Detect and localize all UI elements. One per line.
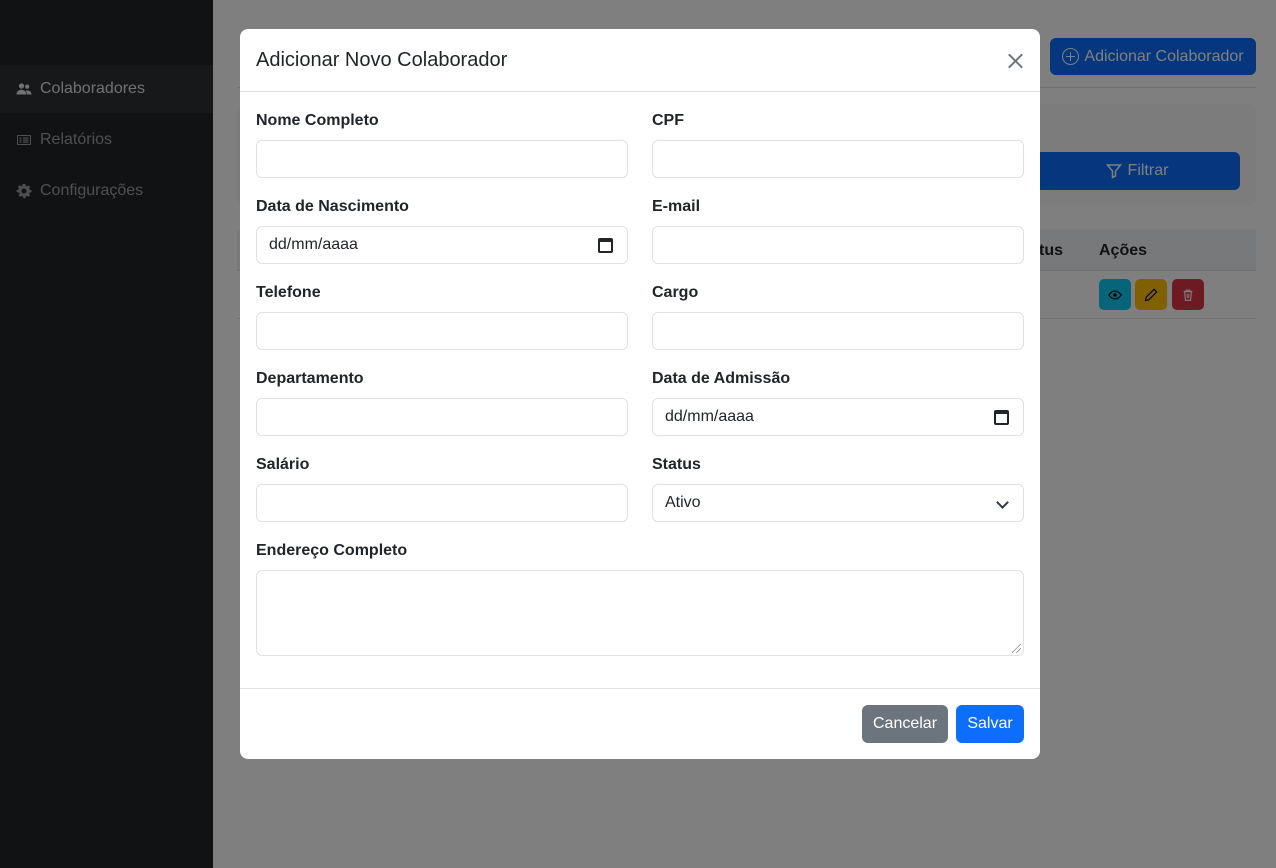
cpf-label: CPF	[652, 112, 684, 129]
add-colaborador-modal: Adicionar Novo Colaborador Nome Completo…	[240, 29, 1040, 759]
admissao-label: Data de Admissão	[652, 370, 791, 387]
cpf-input[interactable]	[652, 140, 1024, 178]
nascimento-label: Data de Nascimento	[256, 198, 409, 215]
status-label: Status	[652, 456, 701, 473]
endereco-label: Endereço Completo	[256, 542, 408, 559]
modal-header: Adicionar Novo Colaborador	[240, 29, 1040, 92]
telefone-label: Telefone	[256, 284, 321, 301]
modal-title: Adicionar Novo Colaborador	[256, 49, 508, 71]
cargo-label: Cargo	[652, 284, 699, 301]
save-button[interactable]: Salvar	[956, 705, 1024, 743]
date-placeholder: dd/mm/aaaa	[665, 408, 754, 425]
admissao-date-input[interactable]: dd/mm/aaaa	[652, 398, 1024, 436]
salario-input[interactable]	[256, 484, 628, 522]
nascimento-date-input[interactable]: dd/mm/aaaa	[256, 226, 628, 264]
calendar-icon[interactable]	[994, 410, 1009, 425]
nome-input[interactable]	[256, 140, 628, 178]
endereco-textarea[interactable]	[256, 570, 1024, 656]
cargo-input[interactable]	[652, 312, 1024, 350]
nome-label: Nome Completo	[256, 112, 379, 129]
email-label: E-mail	[652, 198, 701, 215]
departamento-label: Departamento	[256, 370, 364, 387]
calendar-icon[interactable]	[598, 238, 613, 253]
chevron-down-icon	[996, 496, 1009, 509]
resize-handle[interactable]	[1012, 644, 1021, 653]
close-icon[interactable]	[1003, 49, 1027, 73]
date-placeholder: dd/mm/aaaa	[269, 236, 358, 253]
cancel-button[interactable]: Cancelar	[862, 705, 948, 743]
status-selected-value: Ativo	[665, 494, 701, 511]
email-input[interactable]	[652, 226, 1024, 264]
salario-label: Salário	[256, 456, 310, 473]
departamento-input[interactable]	[256, 398, 628, 436]
telefone-input[interactable]	[256, 312, 628, 350]
status-select[interactable]: Ativo	[652, 484, 1024, 522]
